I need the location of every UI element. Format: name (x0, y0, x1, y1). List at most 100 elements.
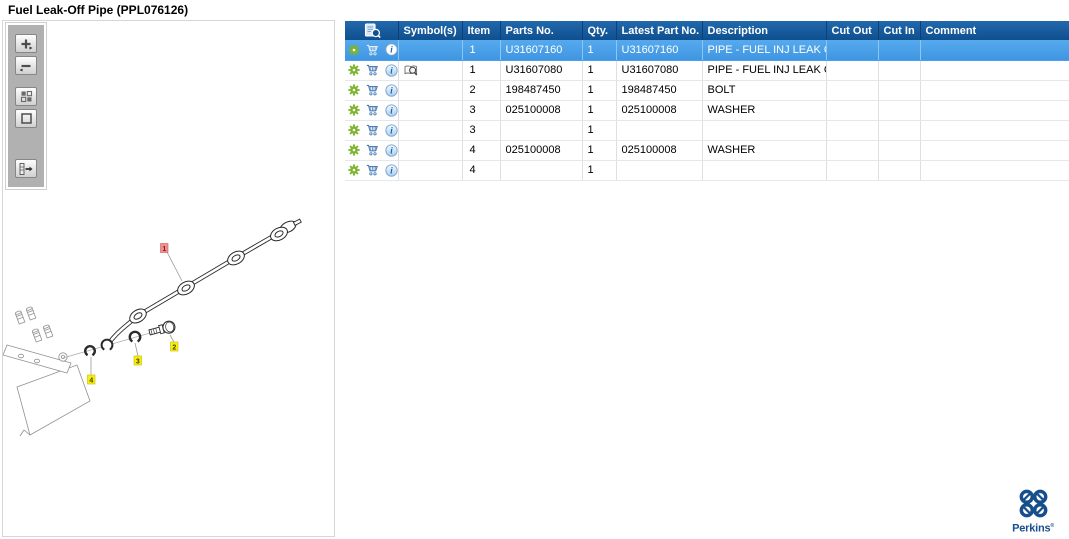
cut-out-cell (826, 60, 879, 81)
table-header-row: Symbol(s) Item Parts No. Qty. Latest Par… (345, 21, 1069, 40)
description-cell: PIPE - FUEL INJ LEAK OF (702, 40, 827, 61)
gear-icon[interactable] (348, 104, 360, 116)
viewer-toolbar (5, 22, 47, 190)
item-cell: 4 (462, 140, 501, 161)
trademark-symbol: ® (1050, 523, 1054, 530)
callout-4[interactable]: 4 (87, 357, 96, 385)
item-cell: 1 (462, 40, 501, 61)
zoom-out-button[interactable] (15, 56, 37, 75)
cut-out-cell (826, 160, 879, 181)
qty-cell: 1 (582, 100, 617, 121)
parts-table: Symbol(s) Item Parts No. Qty. Latest Par… (345, 21, 1069, 181)
symbol-cell (398, 120, 463, 141)
gear-icon[interactable] (348, 144, 360, 156)
callout-1-label[interactable]: 1 (162, 246, 166, 253)
latest-part-no-cell: 025100008 (616, 140, 703, 161)
info-icon[interactable]: i (385, 143, 397, 157)
column-header-item[interactable]: Item (462, 21, 501, 40)
cart-icon[interactable] (366, 144, 379, 156)
callout-4-label[interactable]: 4 (89, 377, 93, 384)
column-header-cut-out[interactable]: Cut Out (826, 21, 879, 40)
callout-1[interactable]: 1 (160, 243, 183, 282)
latest-part-no-cell: U31607160 (616, 40, 703, 61)
column-header-parts-no[interactable]: Parts No. (500, 21, 583, 40)
symbol-cell (398, 80, 463, 101)
row-actions-cell: i (345, 140, 399, 161)
item-cell: 3 (462, 100, 501, 121)
cut-in-cell (878, 160, 921, 181)
diagram-washer-4[interactable] (83, 344, 96, 357)
info-icon[interactable]: i (385, 43, 397, 56)
column-header-qty[interactable]: Qty. (582, 21, 617, 40)
info-icon[interactable]: i (385, 103, 397, 117)
book-magnifier-icon (350, 22, 396, 39)
column-header-actions[interactable] (345, 21, 399, 40)
gear-icon[interactable] (348, 124, 360, 136)
diagram-pipe[interactable] (100, 216, 303, 352)
qty-cell: 1 (582, 140, 617, 161)
symbol-cell (398, 140, 463, 161)
diagram-panel: 1 2 3 4 (2, 20, 335, 537)
row-actions-cell: i (345, 120, 399, 141)
panel-arrow-right-icon (19, 162, 33, 175)
info-icon[interactable]: i (385, 163, 397, 177)
full-view-button[interactable] (15, 109, 37, 128)
parts-no-cell (500, 160, 583, 181)
table-row[interactable]: i 1 U31607080 1 U31607080 PIPE - FUEL IN… (345, 60, 1069, 81)
row-actions-cell: i (345, 100, 399, 121)
column-header-description[interactable]: Description (702, 21, 827, 40)
gear-icon[interactable] (348, 84, 360, 96)
cart-icon[interactable] (366, 64, 379, 76)
toggle-panel-button[interactable] (15, 159, 37, 178)
cut-out-cell (826, 80, 879, 101)
cut-in-cell (878, 100, 921, 121)
table-row[interactable]: i 2 198487450 1 198487450 BOLT (345, 80, 1069, 101)
table-row[interactable]: i 1 U31607160 1 U31607160 PIPE - FUEL IN… (345, 40, 1069, 61)
row-actions-cell: i (345, 40, 399, 61)
cart-icon[interactable] (366, 84, 379, 96)
column-header-symbols[interactable]: Symbol(s) (398, 21, 463, 40)
zoom-in-button[interactable] (15, 34, 37, 53)
gear-icon[interactable] (348, 64, 360, 76)
row-actions-cell: i (345, 160, 399, 181)
callout-3[interactable]: 3 (133, 342, 142, 366)
qty-cell: 1 (582, 80, 617, 101)
callout-2-label[interactable]: 2 (172, 344, 176, 351)
cart-icon[interactable] (366, 124, 379, 136)
cut-in-cell (878, 40, 921, 61)
cut-in-cell (878, 140, 921, 161)
table-row[interactable]: i 3 1 (345, 120, 1069, 141)
thumbnail-grid-button[interactable] (15, 87, 37, 106)
info-icon[interactable]: i (385, 83, 397, 97)
comment-cell (920, 80, 1069, 101)
table-row[interactable]: i 3 025100008 1 025100008 WASHER (345, 100, 1069, 121)
cut-out-cell (826, 140, 879, 161)
callout-3-label[interactable]: 3 (136, 358, 140, 365)
table-row[interactable]: i 4 1 (345, 160, 1069, 181)
info-icon[interactable]: i (385, 123, 397, 137)
latest-part-no-cell: 025100008 (616, 100, 703, 121)
description-cell (702, 160, 827, 181)
description-cell (702, 120, 827, 141)
symbol-open-book-magnifier-icon[interactable] (404, 64, 418, 77)
diagram-bolt[interactable] (148, 320, 176, 338)
perkins-logo: Perkins® (1004, 487, 1062, 535)
column-header-latest-part-no[interactable]: Latest Part No. (616, 21, 703, 40)
gear-icon[interactable] (348, 164, 360, 176)
comment-cell (920, 120, 1069, 141)
cart-icon[interactable] (366, 104, 379, 116)
column-header-cut-in[interactable]: Cut In (878, 21, 921, 40)
table-row[interactable]: i 4 025100008 1 025100008 WASHER (345, 140, 1069, 161)
parts-no-cell: 198487450 (500, 80, 583, 101)
qty-cell: 1 (582, 60, 617, 81)
symbol-cell (398, 60, 463, 81)
info-icon[interactable]: i (385, 63, 397, 77)
symbol-cell (398, 40, 463, 61)
latest-part-no-cell (616, 160, 703, 181)
cart-icon[interactable] (366, 164, 379, 176)
cart-icon[interactable] (366, 44, 379, 56)
description-cell: PIPE - FUEL INJ LEAK OF (702, 60, 827, 81)
callout-2[interactable]: 2 (169, 334, 179, 352)
column-header-comment[interactable]: Comment (920, 21, 1069, 40)
gear-icon[interactable] (348, 44, 360, 56)
